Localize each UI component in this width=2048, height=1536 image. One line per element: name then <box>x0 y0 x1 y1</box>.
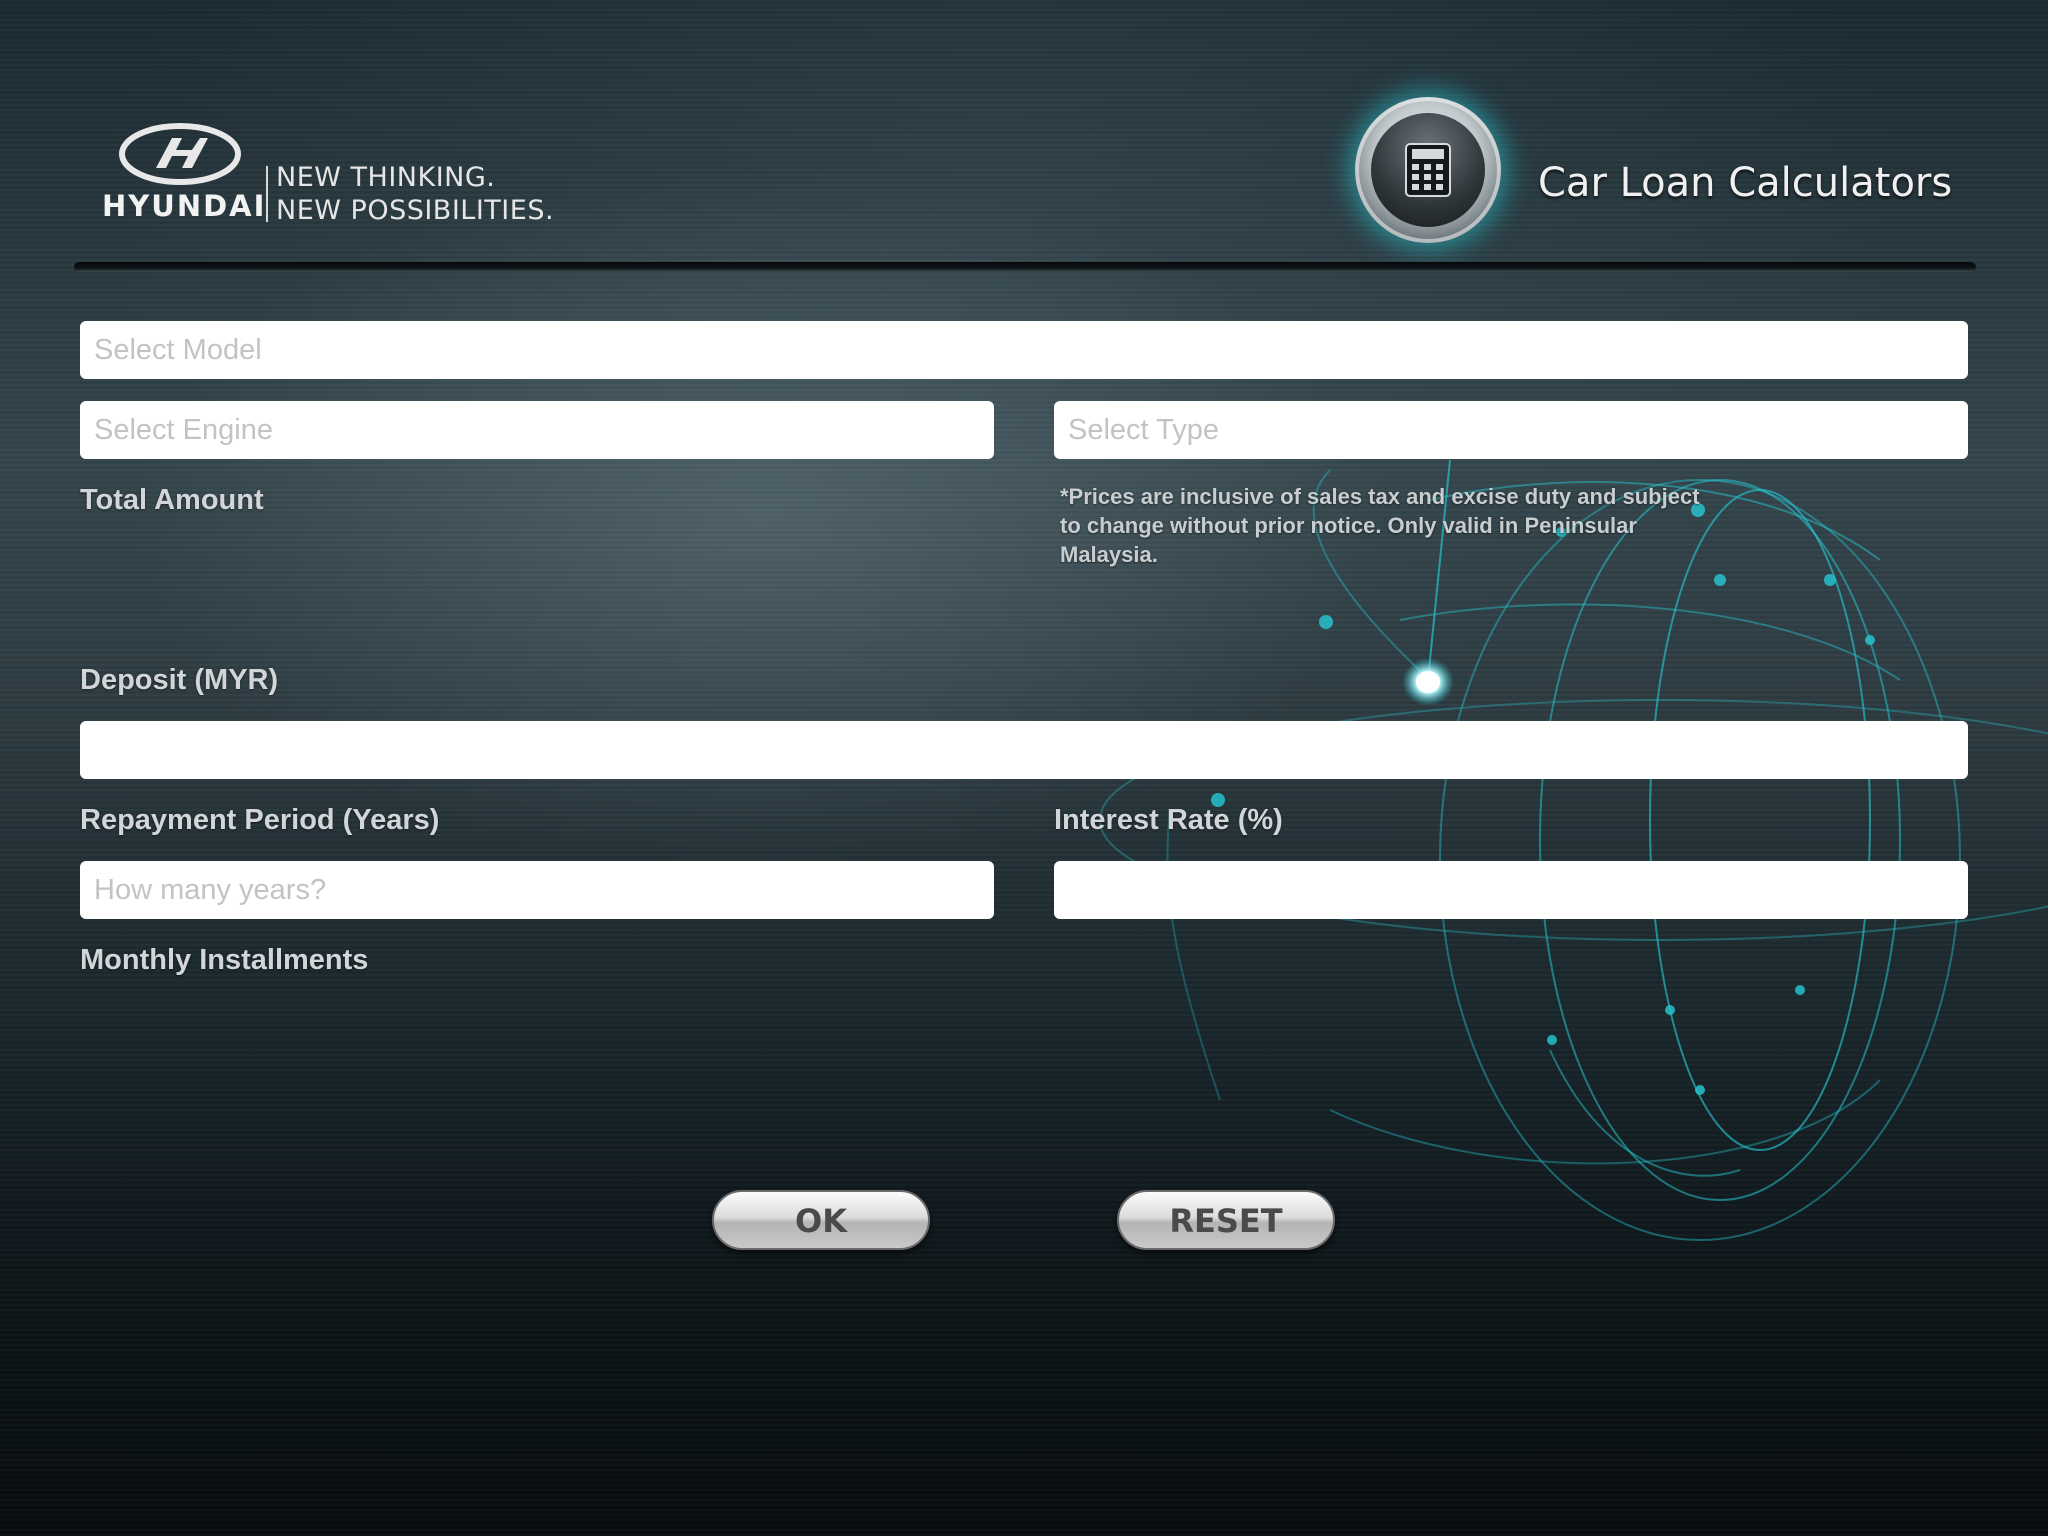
ok-button[interactable]: OK <box>712 1190 930 1250</box>
deposit-field[interactable] <box>80 721 1968 779</box>
interest-rate-label: Interest Rate (%) <box>1054 804 1283 836</box>
select-engine-field[interactable] <box>80 401 994 459</box>
reset-button[interactable]: RESET <box>1117 1190 1335 1250</box>
header-divider <box>74 262 1976 272</box>
calculator-icon <box>1355 97 1501 243</box>
price-disclaimer: *Prices are inclusive of sales tax and e… <box>1060 484 1700 567</box>
hyundai-logo: HYUNDAI NEW THINKING. NEW POSSIBILITIES. <box>100 122 570 232</box>
deposit-label: Deposit (MYR) <box>80 664 279 696</box>
tagline-line-1: NEW THINKING. <box>276 162 496 193</box>
repayment-years-field[interactable] <box>80 861 994 919</box>
hyundai-emblem-icon <box>119 123 241 185</box>
brand-wordmark: HYUNDAI <box>102 189 267 223</box>
page-title: Car Loan Calculators <box>1538 160 1953 206</box>
select-model-field[interactable] <box>80 321 1968 379</box>
tagline-line-2: NEW POSSIBILITIES. <box>276 195 555 226</box>
calculator-icon-face <box>1371 113 1485 227</box>
calculator-glyph-icon <box>1405 143 1451 197</box>
select-type-field[interactable] <box>1054 401 1968 459</box>
logo-divider <box>266 166 268 222</box>
repayment-period-label: Repayment Period (Years) <box>80 804 440 836</box>
interest-rate-field[interactable] <box>1054 861 1968 919</box>
total-amount-label: Total Amount <box>80 484 264 516</box>
monthly-installments-label: Monthly Installments <box>80 944 369 976</box>
